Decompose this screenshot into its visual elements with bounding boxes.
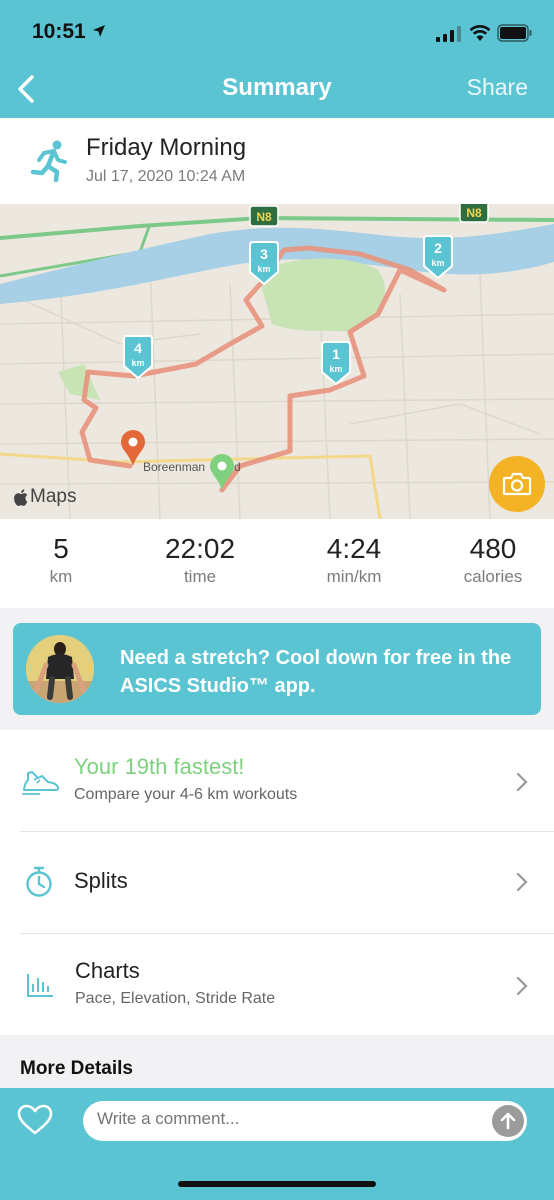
map-canvas: N8 N8 3 km 2 km 4 km 1 km Boreenman d	[0, 204, 554, 519]
stat-label: min/km	[326, 567, 382, 586]
promo-stretch-image	[26, 635, 94, 703]
route-map[interactable]: N8 N8 3 km 2 km 4 km 1 km Boreenman d Ma…	[0, 204, 554, 519]
stat-label: calories	[463, 567, 523, 586]
stat-label: km	[49, 567, 73, 586]
street-label: Boreenman	[143, 460, 205, 474]
workout-header	[0, 118, 554, 204]
street-label-tail: d	[234, 460, 241, 474]
chevron-right-icon	[516, 772, 528, 792]
workout-title: Friday Morning	[86, 134, 247, 161]
promo-text[interactable]: Need a stretch? Cool down for free in th…	[120, 644, 530, 700]
svg-text:km: km	[257, 264, 270, 274]
road-label-n8: N8	[466, 206, 482, 220]
maps-attribution: Maps	[14, 486, 76, 508]
arrow-up-icon	[500, 1112, 516, 1130]
stat-value: 22:02	[164, 533, 236, 564]
list-item-fastest[interactable]: Your 19th fastest! Compare your 4-6 km w…	[0, 730, 554, 831]
workout-detail-list: Your 19th fastest! Compare your 4-6 km w…	[0, 730, 554, 1035]
camera-button[interactable]	[489, 456, 545, 512]
camera-icon	[502, 472, 532, 496]
fastest-title: Your 19th fastest!	[74, 754, 245, 779]
stat-value: 480	[469, 533, 517, 564]
send-button[interactable]	[492, 1105, 524, 1137]
maps-label: Maps	[30, 486, 77, 507]
wifi-icon	[469, 25, 491, 41]
stat-pace: 4:24 min/km	[284, 533, 424, 587]
heart-icon[interactable]	[17, 1104, 53, 1136]
share-button[interactable]: Share	[467, 74, 528, 101]
svg-text:km: km	[329, 364, 342, 374]
location-arrow-icon	[93, 25, 105, 37]
road-label-n8: N8	[256, 210, 272, 224]
apple-logo-icon	[14, 488, 28, 506]
list-item-charts[interactable]: Charts Pace, Elevation, Stride Rate	[0, 934, 554, 1035]
stat-value: 4:24	[326, 533, 382, 564]
charts-title: Charts	[75, 958, 140, 983]
road-shield-n8-right: N8	[459, 204, 489, 223]
road-shield-n8-left: N8	[249, 205, 279, 227]
stat-duration: 22:02 time	[130, 533, 270, 587]
battery-icon	[497, 24, 532, 42]
comment-input[interactable]	[97, 1109, 477, 1129]
svg-text:km: km	[431, 258, 444, 268]
stat-label: time	[183, 567, 217, 586]
status-time: 10:51	[32, 20, 86, 43]
fastest-subtitle: Compare your 4-6 km workouts	[74, 786, 298, 803]
home-indicator	[178, 1181, 376, 1187]
list-item-splits[interactable]: Splits	[0, 832, 554, 933]
stat-distance: 5 km	[0, 533, 131, 587]
cellular-signal-icon	[436, 26, 461, 42]
running-figure-icon	[30, 140, 67, 182]
svg-text:3: 3	[260, 246, 268, 262]
workout-stats: 5 km 22:02 time 4:24 min/km 480 calories	[0, 519, 554, 608]
workout-date: Jul 17, 2020 10:24 AM	[86, 168, 246, 185]
chevron-right-icon	[516, 872, 528, 892]
stopwatch-icon	[26, 866, 52, 897]
stat-calories: 480 calories	[423, 533, 554, 587]
chevron-right-icon	[516, 976, 528, 996]
stat-value: 5	[53, 533, 69, 564]
svg-text:1: 1	[332, 346, 340, 362]
bar-chart-icon	[27, 974, 53, 997]
shoe-icon	[22, 771, 60, 795]
charts-subtitle: Pace, Elevation, Stride Rate	[75, 990, 276, 1007]
more-details-heading: More Details	[20, 1058, 133, 1079]
svg-text:2: 2	[434, 240, 442, 256]
splits-title: Splits	[74, 868, 128, 893]
svg-text:4: 4	[134, 340, 142, 356]
svg-text:km: km	[131, 358, 144, 368]
